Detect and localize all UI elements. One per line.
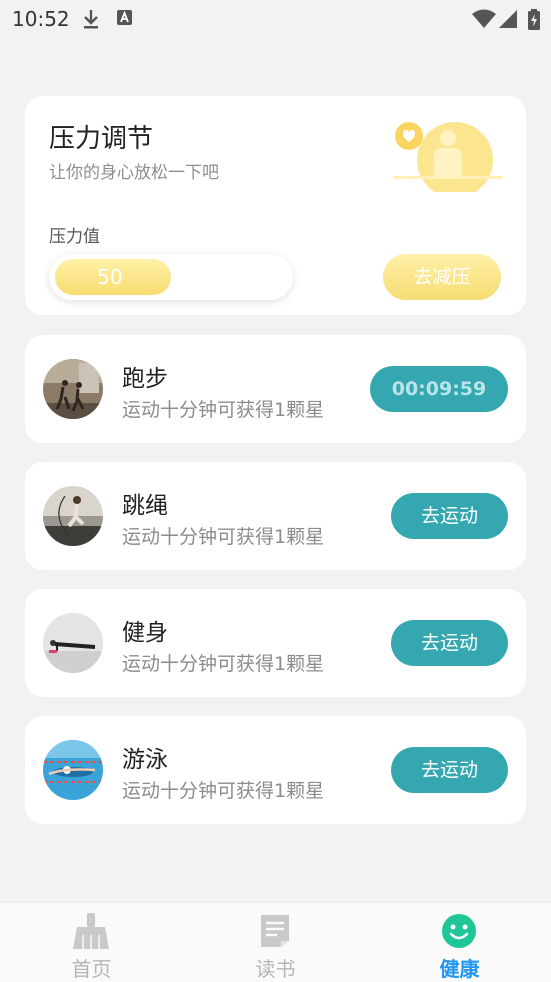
stress-card: 压力调节 让你的身心放松一下吧 压力值 50 去减压	[25, 96, 526, 315]
download-icon	[84, 10, 98, 29]
broom-icon	[73, 913, 109, 949]
relax-illustration-icon	[393, 122, 503, 192]
app-notification-icon	[117, 10, 132, 25]
bottom-tab-bar: 首页 读书 健康	[0, 902, 551, 982]
smile-icon	[442, 914, 476, 948]
document-icon	[261, 915, 289, 947]
rope-avatar	[43, 486, 103, 546]
sport-card-running: 跑步 运动十分钟可获得1颗星 00:09:59	[25, 335, 526, 443]
tab-label: 读书	[255, 957, 296, 981]
status-bar: 10:52	[0, 0, 551, 38]
running-avatar	[43, 359, 103, 419]
sport-card-swimming: 游泳 运动十分钟可获得1颗星 去运动	[25, 716, 526, 824]
stress-title: 压力调节	[49, 124, 154, 154]
sport-name: 游泳	[122, 747, 168, 773]
stress-subtitle: 让你的身心放松一下吧	[49, 163, 219, 183]
tab-label: 健康	[439, 957, 480, 981]
sport-desc: 运动十分钟可获得1颗星	[122, 653, 325, 675]
sport-name: 跳绳	[122, 493, 168, 519]
tab-reading[interactable]: 读书	[184, 903, 367, 982]
sport-name: 跑步	[122, 366, 168, 392]
tab-health[interactable]: 健康	[368, 903, 551, 982]
tab-label: 首页	[71, 957, 112, 981]
sport-name: 健身	[122, 620, 168, 646]
rope-go-button[interactable]: 去运动	[391, 493, 508, 539]
sport-card-rope: 跳绳 运动十分钟可获得1颗星 去运动	[25, 462, 526, 570]
tab-home[interactable]: 首页	[0, 903, 183, 982]
swimming-avatar	[43, 740, 103, 800]
sport-desc: 运动十分钟可获得1颗星	[122, 780, 325, 802]
sport-card-fitness: 健身 运动十分钟可获得1颗星 去运动	[25, 589, 526, 697]
stress-value-label: 压力值	[49, 227, 100, 247]
wifi-icon	[472, 9, 496, 28]
reduce-stress-button[interactable]: 去减压	[383, 254, 501, 300]
battery-icon	[528, 9, 540, 30]
fitness-avatar	[43, 613, 103, 673]
stress-value: 50	[97, 265, 123, 289]
sport-desc: 运动十分钟可获得1颗星	[122, 526, 325, 548]
status-time: 10:52	[12, 7, 70, 31]
swimming-go-button[interactable]: 去运动	[391, 747, 508, 793]
signal-icon	[499, 10, 517, 28]
running-timer-button[interactable]: 00:09:59	[370, 366, 508, 412]
sport-desc: 运动十分钟可获得1颗星	[122, 399, 325, 421]
stress-level-bar[interactable]: 50	[49, 254, 293, 300]
fitness-go-button[interactable]: 去运动	[391, 620, 508, 666]
